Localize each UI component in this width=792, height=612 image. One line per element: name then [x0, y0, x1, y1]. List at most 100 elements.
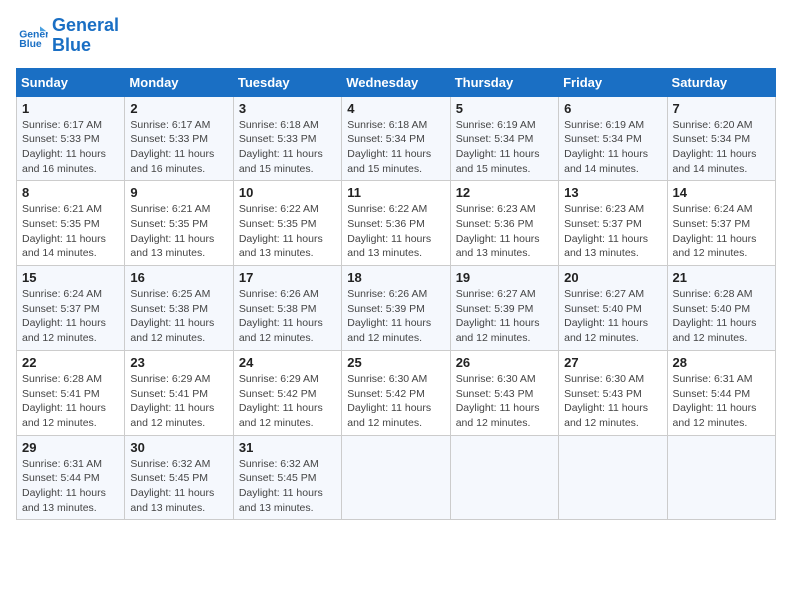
day-number: 18 — [347, 270, 444, 285]
day-number: 24 — [239, 355, 336, 370]
day-cell: 7 Sunrise: 6:20 AMSunset: 5:34 PMDaylight… — [667, 96, 775, 181]
day-info: Sunrise: 6:21 AMSunset: 5:35 PMDaylight:… — [22, 202, 119, 261]
column-header-wednesday: Wednesday — [342, 68, 450, 96]
day-number: 3 — [239, 101, 336, 116]
day-cell: 5 Sunrise: 6:19 AMSunset: 5:34 PMDaylight… — [450, 96, 558, 181]
day-cell: 9 Sunrise: 6:21 AMSunset: 5:35 PMDaylight… — [125, 181, 233, 266]
day-info: Sunrise: 6:22 AMSunset: 5:35 PMDaylight:… — [239, 202, 336, 261]
day-number: 15 — [22, 270, 119, 285]
day-cell: 15Sunrise: 6:24 AMSunset: 5:37 PMDayligh… — [17, 266, 125, 351]
day-number: 12 — [456, 185, 553, 200]
day-info: Sunrise: 6:17 AMSunset: 5:33 PMDaylight:… — [22, 118, 119, 177]
day-cell — [667, 435, 775, 520]
day-cell: 1 Sunrise: 6:17 AMSunset: 5:33 PMDaylight… — [17, 96, 125, 181]
day-info: Sunrise: 6:27 AMSunset: 5:39 PMDaylight:… — [456, 287, 553, 346]
day-cell: 14Sunrise: 6:24 AMSunset: 5:37 PMDayligh… — [667, 181, 775, 266]
svg-text:Blue: Blue — [19, 39, 42, 50]
column-header-sunday: Sunday — [17, 68, 125, 96]
day-info: Sunrise: 6:26 AMSunset: 5:38 PMDaylight:… — [239, 287, 336, 346]
day-cell: 28 Sunrise: 6:31 AMSunset: 5:44 PMDayligh… — [667, 350, 775, 435]
column-header-friday: Friday — [559, 68, 667, 96]
day-info: Sunrise: 6:30 AMSunset: 5:43 PMDaylight:… — [456, 372, 553, 431]
day-info: Sunrise: 6:17 AMSunset: 5:33 PMDaylight:… — [130, 118, 227, 177]
day-number: 5 — [456, 101, 553, 116]
day-info: Sunrise: 6:27 AMSunset: 5:40 PMDaylight:… — [564, 287, 661, 346]
day-info: Sunrise: 6:23 AMSunset: 5:37 PMDaylight:… — [564, 202, 661, 261]
day-info: Sunrise: 6:25 AMSunset: 5:38 PMDaylight:… — [130, 287, 227, 346]
day-cell: 21Sunrise: 6:28 AMSunset: 5:40 PMDayligh… — [667, 266, 775, 351]
day-cell: 6 Sunrise: 6:19 AMSunset: 5:34 PMDaylight… — [559, 96, 667, 181]
column-header-tuesday: Tuesday — [233, 68, 341, 96]
day-number: 22 — [22, 355, 119, 370]
day-info: Sunrise: 6:19 AMSunset: 5:34 PMDaylight:… — [456, 118, 553, 177]
day-info: Sunrise: 6:24 AMSunset: 5:37 PMDaylight:… — [673, 202, 770, 261]
day-info: Sunrise: 6:30 AMSunset: 5:43 PMDaylight:… — [564, 372, 661, 431]
column-header-saturday: Saturday — [667, 68, 775, 96]
day-cell — [342, 435, 450, 520]
day-number: 26 — [456, 355, 553, 370]
day-cell: 13 Sunrise: 6:23 AMSunset: 5:37 PMDayligh… — [559, 181, 667, 266]
day-cell: 25Sunrise: 6:30 AMSunset: 5:42 PMDayligh… — [342, 350, 450, 435]
day-info: Sunrise: 6:29 AMSunset: 5:42 PMDaylight:… — [239, 372, 336, 431]
day-number: 27 — [564, 355, 661, 370]
calendar-body: 1 Sunrise: 6:17 AMSunset: 5:33 PMDaylight… — [17, 96, 776, 520]
day-number: 4 — [347, 101, 444, 116]
day-cell: 31 Sunrise: 6:32 AMSunset: 5:45 PMDayligh… — [233, 435, 341, 520]
day-info: Sunrise: 6:31 AMSunset: 5:44 PMDaylight:… — [22, 457, 119, 516]
day-number: 21 — [673, 270, 770, 285]
column-header-thursday: Thursday — [450, 68, 558, 96]
day-info: Sunrise: 6:29 AMSunset: 5:41 PMDaylight:… — [130, 372, 227, 431]
day-cell: 22Sunrise: 6:28 AMSunset: 5:41 PMDayligh… — [17, 350, 125, 435]
day-info: Sunrise: 6:32 AMSunset: 5:45 PMDaylight:… — [239, 457, 336, 516]
day-number: 13 — [564, 185, 661, 200]
day-number: 1 — [22, 101, 119, 116]
day-cell: 2 Sunrise: 6:17 AMSunset: 5:33 PMDaylight… — [125, 96, 233, 181]
day-cell: 4Sunrise: 6:18 AMSunset: 5:34 PMDaylight… — [342, 96, 450, 181]
week-row-4: 22Sunrise: 6:28 AMSunset: 5:41 PMDayligh… — [17, 350, 776, 435]
day-cell: 23 Sunrise: 6:29 AMSunset: 5:41 PMDayligh… — [125, 350, 233, 435]
column-headers-row: SundayMondayTuesdayWednesdayThursdayFrid… — [17, 68, 776, 96]
day-info: Sunrise: 6:26 AMSunset: 5:39 PMDaylight:… — [347, 287, 444, 346]
day-cell — [450, 435, 558, 520]
day-number: 29 — [22, 440, 119, 455]
day-cell: 16Sunrise: 6:25 AMSunset: 5:38 PMDayligh… — [125, 266, 233, 351]
day-cell: 30Sunrise: 6:32 AMSunset: 5:45 PMDayligh… — [125, 435, 233, 520]
logo-text: GeneralBlue — [52, 16, 119, 56]
day-info: Sunrise: 6:22 AMSunset: 5:36 PMDaylight:… — [347, 202, 444, 261]
day-number: 8 — [22, 185, 119, 200]
day-info: Sunrise: 6:18 AMSunset: 5:33 PMDaylight:… — [239, 118, 336, 177]
day-number: 23 — [130, 355, 227, 370]
day-info: Sunrise: 6:21 AMSunset: 5:35 PMDaylight:… — [130, 202, 227, 261]
day-cell: 11Sunrise: 6:22 AMSunset: 5:36 PMDayligh… — [342, 181, 450, 266]
day-info: Sunrise: 6:32 AMSunset: 5:45 PMDaylight:… — [130, 457, 227, 516]
day-number: 6 — [564, 101, 661, 116]
day-number: 2 — [130, 101, 227, 116]
page-header: General Blue GeneralBlue — [16, 16, 776, 56]
day-cell: 26 Sunrise: 6:30 AMSunset: 5:43 PMDayligh… — [450, 350, 558, 435]
day-number: 9 — [130, 185, 227, 200]
day-cell: 10Sunrise: 6:22 AMSunset: 5:35 PMDayligh… — [233, 181, 341, 266]
day-number: 31 — [239, 440, 336, 455]
day-cell: 3 Sunrise: 6:18 AMSunset: 5:33 PMDaylight… — [233, 96, 341, 181]
day-info: Sunrise: 6:31 AMSunset: 5:44 PMDaylight:… — [673, 372, 770, 431]
week-row-1: 1 Sunrise: 6:17 AMSunset: 5:33 PMDaylight… — [17, 96, 776, 181]
logo-icon: General Blue — [16, 20, 48, 52]
day-cell — [559, 435, 667, 520]
day-number: 19 — [456, 270, 553, 285]
day-number: 25 — [347, 355, 444, 370]
day-number: 28 — [673, 355, 770, 370]
day-cell: 20Sunrise: 6:27 AMSunset: 5:40 PMDayligh… — [559, 266, 667, 351]
day-cell: 17Sunrise: 6:26 AMSunset: 5:38 PMDayligh… — [233, 266, 341, 351]
week-row-3: 15Sunrise: 6:24 AMSunset: 5:37 PMDayligh… — [17, 266, 776, 351]
calendar-table: SundayMondayTuesdayWednesdayThursdayFrid… — [16, 68, 776, 521]
day-info: Sunrise: 6:20 AMSunset: 5:34 PMDaylight:… — [673, 118, 770, 177]
day-cell: 18 Sunrise: 6:26 AMSunset: 5:39 PMDayligh… — [342, 266, 450, 351]
day-number: 7 — [673, 101, 770, 116]
day-cell: 29 Sunrise: 6:31 AMSunset: 5:44 PMDayligh… — [17, 435, 125, 520]
day-info: Sunrise: 6:23 AMSunset: 5:36 PMDaylight:… — [456, 202, 553, 261]
day-info: Sunrise: 6:19 AMSunset: 5:34 PMDaylight:… — [564, 118, 661, 177]
logo: General Blue GeneralBlue — [16, 16, 119, 56]
week-row-5: 29 Sunrise: 6:31 AMSunset: 5:44 PMDayligh… — [17, 435, 776, 520]
day-cell: 8 Sunrise: 6:21 AMSunset: 5:35 PMDaylight… — [17, 181, 125, 266]
day-cell: 12 Sunrise: 6:23 AMSunset: 5:36 PMDayligh… — [450, 181, 558, 266]
